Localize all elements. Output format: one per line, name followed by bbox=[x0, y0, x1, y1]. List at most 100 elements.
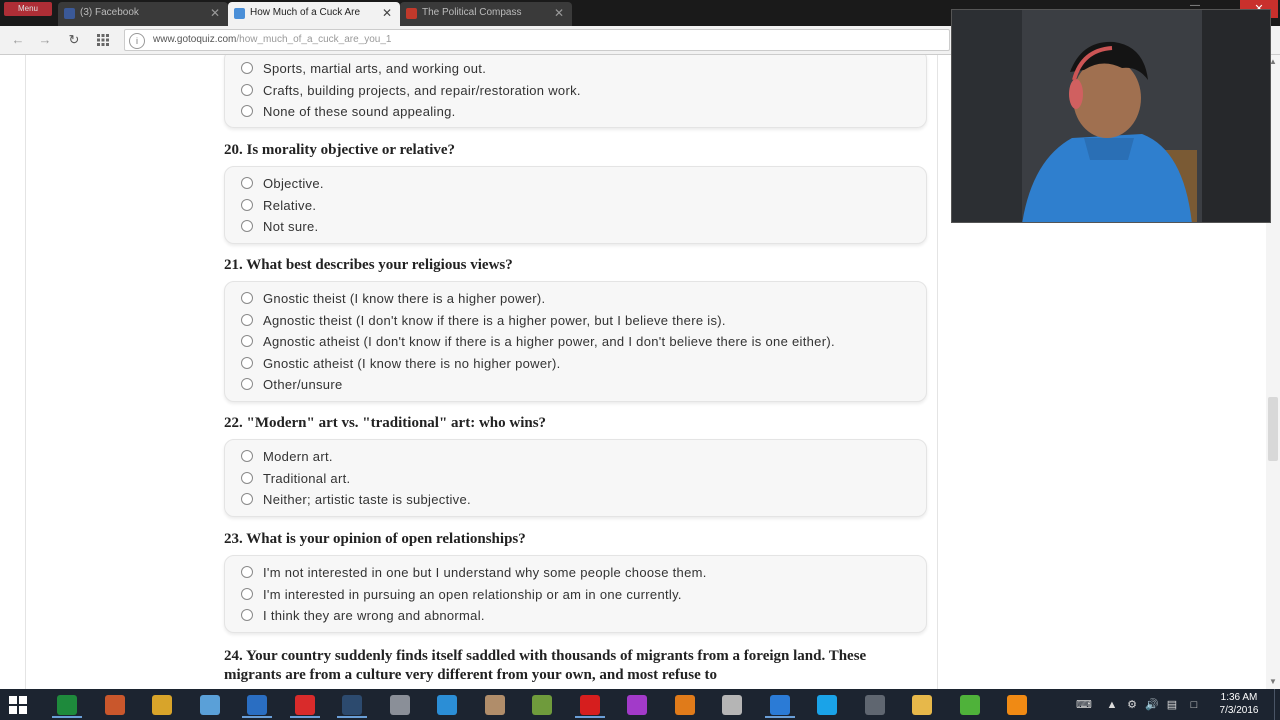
scrollbar-thumb[interactable] bbox=[1268, 397, 1278, 461]
show-hidden-icons-icon[interactable]: ▲ bbox=[1104, 697, 1120, 713]
close-tab-icon[interactable]: ✕ bbox=[210, 2, 220, 24]
browser-menu-button[interactable]: Menu bbox=[4, 2, 52, 16]
political-compass-favicon-icon bbox=[406, 8, 417, 19]
forward-arrow-icon[interactable]: → bbox=[36, 31, 54, 49]
minecraft-icon-glyph bbox=[532, 695, 552, 715]
reload-icon[interactable]: ↻ bbox=[65, 31, 83, 49]
paint-icon[interactable] bbox=[478, 692, 512, 718]
radio-button[interactable] bbox=[241, 472, 253, 484]
webcam-overlay bbox=[951, 9, 1271, 223]
skype-circle-icon[interactable] bbox=[430, 692, 464, 718]
windows-logo-icon bbox=[9, 696, 27, 714]
tab-facebook[interactable]: (3) Facebook ✕ bbox=[58, 2, 228, 26]
skype-icon[interactable] bbox=[810, 692, 844, 718]
radio-button[interactable] bbox=[241, 105, 253, 117]
windows-start-button[interactable] bbox=[8, 695, 28, 715]
volume-icon[interactable]: 🔊 bbox=[1144, 697, 1160, 713]
cd-icon-glyph bbox=[722, 695, 742, 715]
radio-button[interactable] bbox=[241, 292, 253, 304]
apps-grid-icon[interactable] bbox=[94, 31, 112, 49]
audio-editor-icon[interactable] bbox=[858, 692, 892, 718]
vlc-icon-glyph bbox=[1007, 695, 1027, 715]
video-player-icon-glyph bbox=[674, 695, 695, 715]
opera-icon-glyph bbox=[294, 695, 315, 715]
answer-box-q23: I'm not interested in one but I understa… bbox=[224, 555, 927, 633]
thunderbird-icon[interactable] bbox=[240, 692, 274, 718]
notifications-icon[interactable]: □ bbox=[1186, 697, 1202, 713]
tab-political-compass[interactable]: The Political Compass ✕ bbox=[400, 2, 572, 26]
radio-button[interactable] bbox=[241, 177, 253, 189]
utorrent-icon[interactable] bbox=[953, 692, 987, 718]
answer-box-q22: Modern art. Traditional art. Neither; ar… bbox=[224, 439, 927, 517]
video-player-icon[interactable] bbox=[668, 692, 702, 718]
printer-icon-glyph bbox=[389, 695, 410, 715]
radio-button[interactable] bbox=[241, 220, 253, 232]
page-right-border bbox=[937, 55, 938, 689]
thunderbird-icon-glyph bbox=[247, 695, 267, 715]
virtualbox-icon-glyph bbox=[769, 695, 790, 715]
printer-icon[interactable] bbox=[383, 692, 417, 718]
radio-button[interactable] bbox=[241, 493, 253, 505]
question-23-title: 23. What is your opinion of open relatio… bbox=[224, 531, 526, 547]
record-icon[interactable] bbox=[573, 692, 607, 718]
skype-circle-icon-glyph bbox=[437, 695, 457, 715]
castle-game-icon[interactable] bbox=[620, 692, 654, 718]
radio-button[interactable] bbox=[241, 335, 253, 347]
network-icon[interactable]: ▤ bbox=[1164, 697, 1180, 713]
radio-button[interactable] bbox=[241, 609, 253, 621]
taskbar-clock[interactable]: 1:36 AM 7/3/2016 bbox=[1214, 691, 1264, 717]
steam-icon[interactable] bbox=[335, 692, 369, 718]
cd-icon[interactable] bbox=[715, 692, 749, 718]
clock-date: 7/3/2016 bbox=[1219, 705, 1259, 716]
pictures-app-icon-glyph bbox=[104, 695, 125, 715]
radio-button[interactable] bbox=[241, 450, 253, 462]
page-info-icon[interactable]: i bbox=[129, 33, 145, 49]
minecraft-icon[interactable] bbox=[525, 692, 559, 718]
address-bar[interactable]: i www.gotoquiz.com/how_much_of_a_cuck_ar… bbox=[124, 29, 950, 51]
radio-button[interactable] bbox=[241, 378, 253, 390]
star-app-icon[interactable] bbox=[145, 692, 179, 718]
radio-button[interactable] bbox=[241, 357, 253, 369]
spreadsheet-icon[interactable] bbox=[50, 692, 84, 718]
keyboard-icon[interactable]: ⌨ bbox=[1074, 697, 1094, 713]
radio-button[interactable] bbox=[241, 84, 253, 96]
pictures-app-icon[interactable] bbox=[98, 692, 132, 718]
steam-tray-icon[interactable]: ⚙ bbox=[1124, 697, 1140, 713]
radio-button[interactable] bbox=[241, 199, 253, 211]
show-desktop-button[interactable] bbox=[1274, 689, 1280, 720]
radio-button[interactable] bbox=[241, 566, 253, 578]
close-tab-icon[interactable]: ✕ bbox=[382, 2, 392, 24]
steam-icon-glyph bbox=[342, 695, 362, 715]
page-left-border bbox=[25, 55, 26, 689]
clock-time: 1:36 AM bbox=[1220, 692, 1258, 703]
url-text: www.gotoquiz.com/how_much_of_a_cuck_are_… bbox=[153, 34, 392, 45]
virtualbox-icon[interactable] bbox=[763, 692, 797, 718]
notepad-icon[interactable] bbox=[193, 692, 227, 718]
radio-button[interactable] bbox=[241, 588, 253, 600]
radio-button[interactable] bbox=[241, 62, 253, 74]
tab-cuck-quiz[interactable]: How Much of a Cuck Are ✕ bbox=[228, 2, 400, 26]
scroll-down-arrow-icon[interactable]: ▼ bbox=[1266, 675, 1280, 689]
tab-label: (3) Facebook bbox=[80, 7, 139, 18]
notepad-icon-glyph bbox=[199, 695, 220, 715]
question-22-title: 22. "Modern" art vs. "traditional" art: … bbox=[224, 415, 547, 431]
back-arrow-icon[interactable]: ← bbox=[9, 31, 27, 49]
tab-label: How Much of a Cuck Are bbox=[250, 7, 361, 18]
windows-taskbar: ⌨ ▲ ⚙ 🔊 ▤ □ 1:36 AM 7/3/2016 bbox=[0, 689, 1280, 720]
gotoquiz-favicon-icon bbox=[234, 8, 245, 19]
vlc-icon[interactable] bbox=[1000, 692, 1034, 718]
close-tab-icon[interactable]: ✕ bbox=[554, 2, 564, 24]
file-explorer-icon[interactable] bbox=[905, 692, 939, 718]
question-21-title: 21. What best describes your religious v… bbox=[224, 257, 513, 273]
audio-editor-icon-glyph bbox=[864, 695, 885, 715]
record-icon-glyph bbox=[579, 695, 600, 715]
skype-icon-glyph bbox=[817, 695, 837, 715]
radio-button[interactable] bbox=[241, 314, 253, 326]
castle-game-icon-glyph bbox=[627, 695, 647, 715]
star-app-icon-glyph bbox=[152, 695, 172, 715]
utorrent-icon-glyph bbox=[959, 695, 980, 715]
answer-box-q20: Objective. Relative. Not sure. bbox=[224, 166, 927, 244]
webcam-person-image bbox=[952, 10, 1270, 222]
answer-box-q21: Gnostic theist (I know there is a higher… bbox=[224, 281, 927, 402]
opera-icon[interactable] bbox=[288, 692, 322, 718]
